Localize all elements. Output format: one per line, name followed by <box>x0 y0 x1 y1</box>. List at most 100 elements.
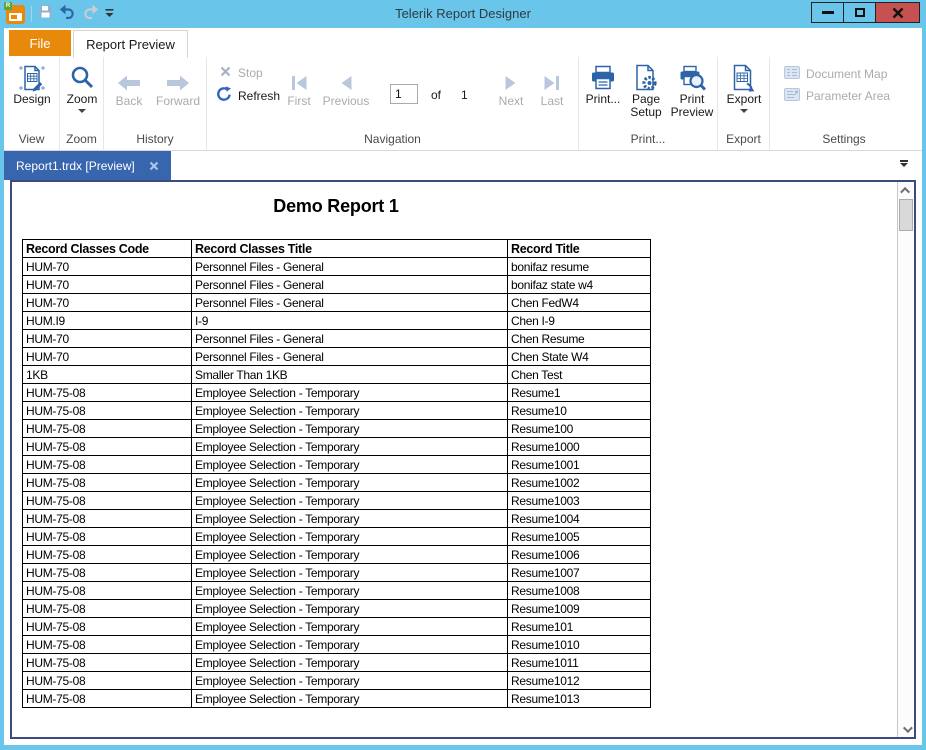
undo-icon[interactable] <box>59 4 76 24</box>
table-row: HUM-75-08Employee Selection - TemporaryR… <box>23 528 651 546</box>
document-tab-close-button[interactable] <box>149 161 159 171</box>
qat-dropdown-icon[interactable] <box>105 5 114 23</box>
save-icon[interactable] <box>38 4 53 24</box>
table-cell: Chen State W4 <box>508 348 651 366</box>
table-cell: Resume1005 <box>508 528 651 546</box>
minimize-button[interactable] <box>811 2 844 23</box>
tabstrip-options-button[interactable] <box>899 160 908 167</box>
table-cell: HUM-75-08 <box>23 402 192 420</box>
group-label-print: Print... <box>579 132 717 146</box>
first-page-button[interactable]: First <box>279 71 319 108</box>
preview-content-area: Demo Report 1 Record Classes CodeRecord … <box>4 180 922 745</box>
qat-separator <box>31 6 32 22</box>
telerik-report-designer-window: { "titlebar": { "title": "Telerik Report… <box>0 0 926 750</box>
stop-icon <box>219 65 232 81</box>
table-cell: Employee Selection - Temporary <box>192 528 508 546</box>
stop-button[interactable]: Stop <box>219 65 263 81</box>
last-page-label: Last <box>541 95 564 108</box>
previous-page-button[interactable]: Previous <box>320 71 372 108</box>
app-icon[interactable]: R <box>6 5 25 24</box>
table-cell: Personnel Files - General <box>192 348 508 366</box>
scroll-down-button[interactable] <box>898 721 914 737</box>
design-button[interactable]: Design <box>12 63 52 106</box>
export-button[interactable]: Export <box>721 63 767 113</box>
print-label: Print... <box>586 93 621 106</box>
table-cell: Employee Selection - Temporary <box>192 636 508 654</box>
column-header: Record Title <box>508 240 651 258</box>
refresh-label: Refresh <box>238 89 280 103</box>
window-title: Telerik Report Designer <box>120 0 806 28</box>
table-cell: Employee Selection - Temporary <box>192 474 508 492</box>
table-cell: HUM-75-08 <box>23 474 192 492</box>
table-row: HUM-75-08Employee Selection - TemporaryR… <box>23 474 651 492</box>
table-cell: Employee Selection - Temporary <box>192 654 508 672</box>
page-setup-label: Page Setup <box>625 93 667 119</box>
table-cell: HUM-75-08 <box>23 420 192 438</box>
table-row: HUM-75-08Employee Selection - TemporaryR… <box>23 582 651 600</box>
table-row: HUM-70Personnel Files - Generalbonifaz r… <box>23 258 651 276</box>
table-row: 1KBSmaller Than 1KBChen Test <box>23 366 651 384</box>
table-cell: Resume100 <box>508 420 651 438</box>
zoom-label: Zoom <box>67 93 98 106</box>
back-button[interactable]: Back <box>109 71 149 108</box>
forward-button[interactable]: Forward <box>151 71 205 108</box>
refresh-button[interactable]: Refresh <box>216 86 280 105</box>
table-cell: HUM-70 <box>23 294 192 312</box>
table-cell: Personnel Files - General <box>192 294 508 312</box>
group-label-zoom: Zoom <box>60 132 103 146</box>
table-cell: Resume1004 <box>508 510 651 528</box>
zoom-button[interactable]: Zoom <box>63 63 101 113</box>
table-row: HUM-75-08Employee Selection - TemporaryR… <box>23 384 651 402</box>
table-cell: Resume1008 <box>508 582 651 600</box>
total-pages-label: 1 <box>461 88 468 102</box>
table-cell: HUM-70 <box>23 348 192 366</box>
table-cell: Employee Selection - Temporary <box>192 420 508 438</box>
table-cell: Resume1011 <box>508 654 651 672</box>
scrollbar-thumb[interactable] <box>899 199 913 231</box>
table-row: HUM-70Personnel Files - GeneralChen FedW… <box>23 294 651 312</box>
close-button[interactable] <box>875 2 920 23</box>
ribbon-group-navigation: Stop Refresh First Previous <box>207 57 579 150</box>
next-page-button[interactable]: Next <box>491 71 531 108</box>
report-table: Record Classes CodeRecord Classes TitleR… <box>22 239 651 708</box>
table-cell: HUM-75-08 <box>23 600 192 618</box>
print-preview-button[interactable]: Print Preview <box>667 63 717 119</box>
ribbon-group-settings: Document Map Parameter Area Settings <box>770 57 918 150</box>
parameter-area-button[interactable]: Parameter Area <box>784 88 890 104</box>
last-page-button[interactable]: Last <box>532 71 572 108</box>
design-icon <box>17 63 47 93</box>
print-button[interactable]: Print... <box>581 63 625 106</box>
group-label-navigation: Navigation <box>207 132 578 146</box>
table-cell: HUM-75-08 <box>23 510 192 528</box>
export-dropdown-caret-icon <box>740 109 748 113</box>
vertical-scrollbar[interactable] <box>897 182 914 737</box>
page-setup-button[interactable]: Page Setup <box>625 63 667 119</box>
table-cell: Resume1012 <box>508 672 651 690</box>
table-cell: Employee Selection - Temporary <box>192 672 508 690</box>
table-row: HUM-75-08Employee Selection - TemporaryR… <box>23 510 651 528</box>
table-cell: HUM-75-08 <box>23 654 192 672</box>
page-number-input[interactable] <box>390 84 418 104</box>
report-table-header: Record Classes CodeRecord Classes TitleR… <box>23 240 651 258</box>
document-map-button[interactable]: Document Map <box>784 66 887 82</box>
print-preview-icon <box>677 63 707 93</box>
tab-report-preview[interactable]: Report Preview <box>73 30 188 58</box>
document-tab-strip: Report1.trdx [Preview] <box>4 151 922 180</box>
maximize-button[interactable] <box>843 2 876 23</box>
export-label: Export <box>727 93 762 106</box>
chevron-up-icon <box>900 186 910 196</box>
table-row: HUM-75-08Employee Selection - TemporaryR… <box>23 492 651 510</box>
table-cell: HUM-70 <box>23 258 192 276</box>
column-header: Record Classes Title <box>192 240 508 258</box>
column-header: Record Classes Code <box>23 240 192 258</box>
header-row: Record Classes CodeRecord Classes TitleR… <box>23 240 651 258</box>
document-tab-report1[interactable]: Report1.trdx [Preview] <box>4 151 171 180</box>
scroll-up-button[interactable] <box>898 182 914 198</box>
tab-file[interactable]: File <box>9 30 71 56</box>
ribbon-group-history: Back Forward History <box>104 57 207 150</box>
redo-icon[interactable] <box>82 4 99 24</box>
table-cell: Employee Selection - Temporary <box>192 510 508 528</box>
back-label: Back <box>116 95 143 108</box>
table-cell: bonifaz state w4 <box>508 276 651 294</box>
group-label-export: Export <box>718 132 769 146</box>
